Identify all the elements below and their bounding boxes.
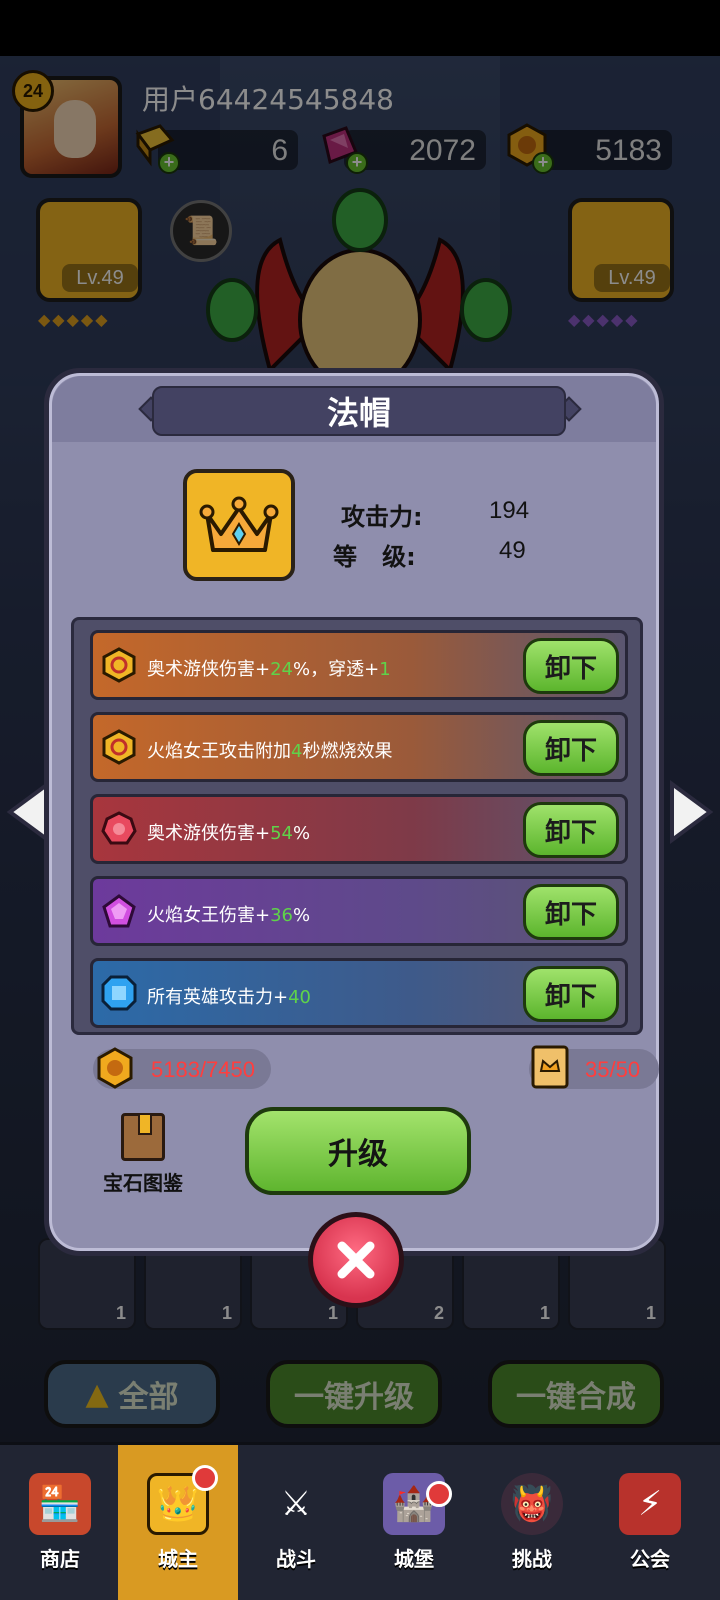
gem-codex-button[interactable]: 宝石图鉴 <box>95 1113 191 1196</box>
swords-icon: ⚔ <box>280 1484 312 1524</box>
shop-icon: 🏪 <box>29 1473 91 1535</box>
nav-label-castle: 城堡 <box>394 1547 434 1571</box>
nav-item-lord[interactable]: 👑 城主 <box>118 1445 238 1600</box>
guild-banner-icon: ⚡ <box>619 1473 681 1535</box>
gem-effect-row: 火焰女王伤害+36% 卸下 <box>90 876 628 946</box>
level-label: 等 级: <box>333 543 416 571</box>
gem-effect-text: 火焰女王伤害+36% <box>147 905 311 926</box>
unequip-button[interactable]: 卸下 <box>523 966 619 1022</box>
unequip-button[interactable]: 卸下 <box>523 720 619 776</box>
attack-value: 194 <box>489 497 530 524</box>
nav-item-castle[interactable]: 🏰 城堡 <box>354 1445 474 1600</box>
item-crown-icon <box>183 469 295 581</box>
gem-effect-text: 火焰女王攻击附加4秒燃烧效果 <box>147 741 393 762</box>
red-gem-icon <box>101 811 137 845</box>
blue-gem-icon <box>101 975 137 1011</box>
gem-effect-text: 奥术游侠伤害+54% <box>147 823 311 844</box>
notification-dot <box>192 1465 218 1491</box>
bottom-navigation: 🏪 商店 👑 城主 ⚔ 战斗 🏰 城堡 👹 挑战 ⚡ 公会 <box>0 1442 720 1600</box>
nav-label-shop: 商店 <box>40 1547 80 1571</box>
crown-scroll-icon <box>531 1045 569 1089</box>
demon-icon: 👹 <box>501 1473 563 1535</box>
gem-effect-row: 所有英雄攻击力+40 卸下 <box>90 958 628 1028</box>
nav-label-guild: 公会 <box>630 1547 670 1571</box>
nav-label-lord: 城主 <box>158 1547 198 1571</box>
next-item-arrow-icon[interactable] <box>666 780 716 844</box>
nav-item-challenge[interactable]: 👹 挑战 <box>472 1445 592 1600</box>
gem-effects-list: 奥术游侠伤害+24%，穿透+1 卸下 火焰女王攻击附加4秒燃烧效果 卸下 奥术游… <box>71 617 643 1035</box>
dialog-title: 法帽 <box>152 386 566 436</box>
gold-cost: 5183/7450 <box>93 1047 271 1089</box>
book-icon <box>121 1113 165 1161</box>
hex-rune-gold-icon <box>102 647 136 683</box>
gem-effect-text: 奥术游侠伤害+24%，穿透+1 <box>147 659 391 680</box>
close-icon <box>337 1241 375 1279</box>
crown-icon <box>199 496 279 552</box>
attack-label: 攻击力: <box>341 503 423 531</box>
gem-effect-row: 奥术游侠伤害+54% 卸下 <box>90 794 628 864</box>
status-bar <box>0 0 720 56</box>
nav-item-guild[interactable]: ⚡ 公会 <box>590 1445 710 1600</box>
close-dialog-button[interactable] <box>308 1212 404 1308</box>
scroll-cost-value: 35/50 <box>585 1057 641 1082</box>
dialog-header: 法帽 <box>52 376 656 442</box>
level-value: 49 <box>499 537 526 564</box>
gem-effect-text: 所有英雄攻击力+40 <box>147 987 311 1008</box>
purple-gem-icon <box>102 894 136 928</box>
hex-rune-gold-icon <box>102 729 136 765</box>
nav-item-battle[interactable]: ⚔ 战斗 <box>236 1445 356 1600</box>
nav-label-battle: 战斗 <box>276 1547 316 1571</box>
unequip-button[interactable]: 卸下 <box>523 638 619 694</box>
nav-item-shop[interactable]: 🏪 商店 <box>0 1445 120 1600</box>
gold-cost-value: 5183/7450 <box>151 1057 255 1082</box>
gem-effect-row: 火焰女王攻击附加4秒燃烧效果 卸下 <box>90 712 628 782</box>
gold-coin-icon <box>97 1047 133 1089</box>
notification-dot <box>426 1481 452 1507</box>
scroll-cost: 35/50 <box>529 1045 659 1089</box>
nav-label-challenge: 挑战 <box>512 1547 552 1571</box>
gem-effect-row: 奥术游侠伤害+24%，穿透+1 卸下 <box>90 630 628 700</box>
unequip-button[interactable]: 卸下 <box>523 884 619 940</box>
unequip-button[interactable]: 卸下 <box>523 802 619 858</box>
upgrade-button[interactable]: 升级 <box>245 1107 471 1195</box>
gem-codex-label: 宝石图鉴 <box>103 1171 183 1195</box>
item-detail-dialog: 法帽 攻击力: 194 等 级: 49 奥术游侠伤害+24%，穿透+1 卸下 火… <box>44 368 664 1256</box>
